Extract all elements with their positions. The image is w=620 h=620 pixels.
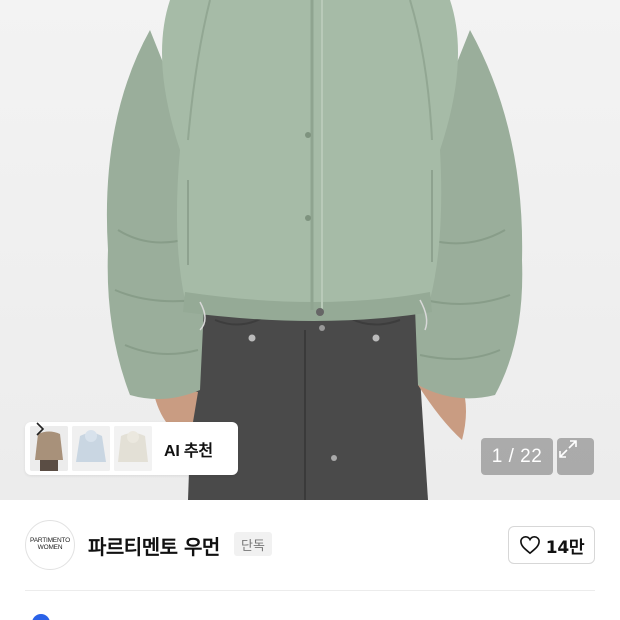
brand-logo[interactable]: PARTIMENTO WOMEN: [25, 520, 75, 570]
ai-thumb-2[interactable]: [72, 426, 110, 471]
heart-icon: [519, 535, 540, 555]
like-count: 14만: [545, 537, 585, 558]
chevron-right-icon: [36, 422, 45, 436]
expand-icon: [559, 440, 577, 458]
brand-name[interactable]: 파르티멘토 우먼: [88, 531, 220, 560]
brand-logo-line2: WOMEN: [37, 544, 63, 551]
ai-thumb-3[interactable]: [114, 426, 152, 471]
like-button[interactable]: 14만: [508, 526, 595, 564]
product-image-carousel[interactable]: AI 추천 1 / 22: [0, 0, 620, 500]
brand-row: PARTIMENTO WOMEN 파르티멘토 우먼 단독 14만: [0, 500, 620, 590]
exclusive-badge: 단독: [234, 532, 272, 556]
expand-button[interactable]: [557, 438, 594, 475]
ai-recommend-label: AI 추천: [164, 442, 213, 460]
ai-recommend-card[interactable]: AI 추천: [25, 422, 238, 475]
image-counter: 1 / 22: [481, 438, 553, 475]
divider: [25, 590, 595, 591]
info-icon: [32, 614, 50, 620]
